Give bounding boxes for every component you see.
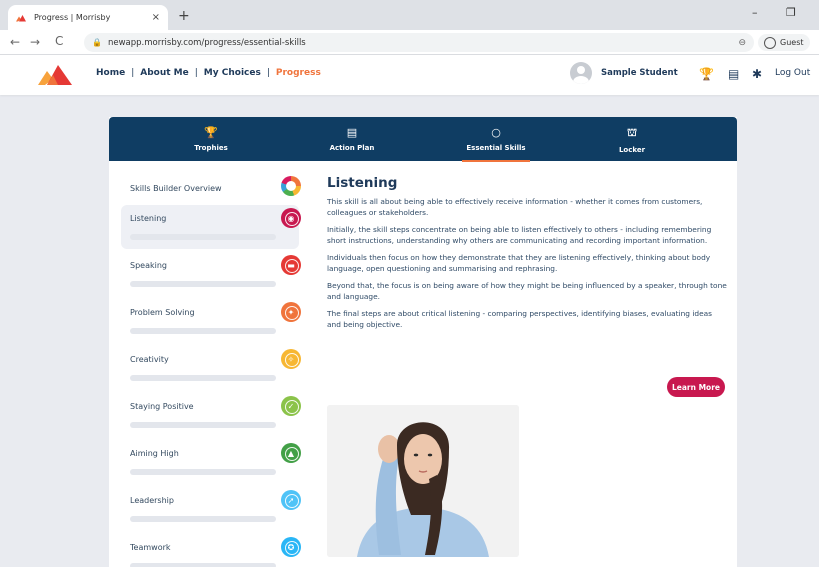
tab-locker[interactable]: ⛫ Locker — [592, 126, 672, 154]
staying-positive-icon: ✓ — [281, 396, 301, 416]
document-icon[interactable]: ▤ — [728, 67, 739, 81]
tab-action-plan[interactable]: ▤ Action Plan — [312, 126, 392, 152]
article-paragraph: Individuals then focus on how they demon… — [327, 253, 711, 273]
nav-separator: | — [131, 68, 135, 78]
woman-listening-illustration — [327, 405, 519, 557]
article-title: Listening — [327, 175, 398, 191]
nav-about-me[interactable]: About Me — [140, 68, 189, 78]
address-bar[interactable]: 🔒 newapp.morrisby.com/progress/essential… — [84, 33, 754, 52]
profile-avatar-icon — [764, 36, 776, 49]
skill-article: Listening This skill is all about being … — [327, 175, 727, 337]
back-button[interactable]: ← — [10, 35, 20, 49]
skills-wheel-icon — [281, 176, 301, 196]
profile-button[interactable]: Guest — [758, 34, 810, 51]
aiming-high-icon: ▲ — [281, 443, 301, 463]
settings-gear-icon[interactable]: ✱ — [752, 67, 762, 81]
locker-icon: ⛫ — [626, 126, 638, 139]
clipboard-icon: ▤ — [346, 126, 358, 139]
tab-label: Essential Skills — [466, 144, 526, 152]
skill-label: Listening — [130, 214, 167, 223]
skill-progress-bar — [130, 328, 276, 334]
site-header: Home | About Me | My Choices | Progress … — [0, 55, 819, 95]
learn-more-button[interactable]: Learn More — [667, 377, 725, 397]
nav-home[interactable]: Home — [96, 68, 125, 78]
browser-tabbar: Progress | Morrisby × + – ❐ — [0, 0, 819, 30]
user-menu[interactable]: Sample Student — [570, 62, 678, 84]
listening-photo — [327, 405, 519, 557]
article-paragraph: The final steps are about critical liste… — [327, 309, 713, 329]
tab-label: Action Plan — [329, 144, 375, 152]
leadership-icon: ➚ — [281, 490, 301, 510]
trophy-icon[interactable]: 🏆 — [699, 67, 714, 81]
skill-item-staying-positive[interactable]: Staying Positive ✓ — [121, 393, 301, 437]
skill-progress-bar — [130, 563, 276, 567]
active-tab-underline — [462, 160, 530, 162]
nav-separator: | — [194, 68, 198, 78]
lock-icon: 🔒 — [92, 38, 102, 47]
reload-button[interactable]: C — [55, 34, 63, 48]
article-paragraph: Initially, the skill steps concentrate o… — [327, 225, 712, 245]
skill-item-speaking[interactable]: Speaking ▬ — [121, 252, 301, 296]
new-tab-button[interactable]: + — [178, 8, 190, 24]
teamwork-icon: ✪ — [281, 537, 301, 557]
forward-button[interactable]: → — [30, 35, 40, 49]
user-name: Sample Student — [601, 68, 678, 78]
nav-separator: | — [266, 68, 270, 78]
listening-icon: ◉ — [281, 208, 301, 228]
circle-icon: ○ — [491, 126, 501, 139]
skill-progress-bar — [130, 516, 276, 522]
morrisby-favicon-icon — [16, 14, 26, 21]
skill-label: Creativity — [130, 355, 169, 364]
tab-title: Progress | Morrisby — [34, 13, 111, 22]
skill-progress-bar — [130, 422, 276, 428]
skill-label: Problem Solving — [130, 308, 195, 317]
skill-label: Staying Positive — [130, 402, 194, 411]
article-paragraph: Beyond that, the focus is on being aware… — [327, 281, 727, 301]
morrisby-logo[interactable] — [38, 63, 74, 85]
tab-essential-skills[interactable]: ○ Essential Skills — [456, 126, 536, 162]
browser-toolbar: ← → C 🔒 newapp.morrisby.com/progress/ess… — [0, 30, 819, 55]
browser-tab[interactable]: Progress | Morrisby × — [8, 5, 168, 30]
problem-solving-icon: ✦ — [281, 302, 301, 322]
tab-close-icon[interactable]: × — [152, 12, 160, 23]
creativity-icon: ✧ — [281, 349, 301, 369]
skill-item-creativity[interactable]: Creativity ✧ — [121, 346, 301, 390]
tab-label: Locker — [618, 146, 646, 154]
skill-label: Speaking — [130, 261, 167, 270]
skill-item-teamwork[interactable]: Teamwork ✪ — [121, 534, 301, 567]
tab-trophies[interactable]: 🏆 Trophies — [171, 126, 251, 152]
trophy-icon: 🏆 — [204, 126, 218, 139]
main-nav: Home | About Me | My Choices | Progress — [96, 68, 321, 78]
minimize-icon[interactable]: – — [752, 6, 758, 19]
nav-progress[interactable]: Progress — [276, 68, 321, 78]
skill-label: Leadership — [130, 496, 174, 505]
skill-label: Skills Builder Overview — [130, 184, 222, 193]
skill-progress-bar — [130, 281, 276, 287]
logout-link[interactable]: Log Out — [775, 68, 810, 78]
skill-progress-bar — [130, 469, 276, 475]
restore-icon[interactable]: ❐ — [786, 6, 796, 19]
profile-label: Guest — [780, 38, 804, 47]
speaking-icon: ▬ — [281, 255, 301, 275]
skill-item-aiming-high[interactable]: Aiming High ▲ — [121, 440, 301, 484]
skill-label: Teamwork — [130, 543, 171, 552]
zoom-icon[interactable]: ⊖ — [738, 38, 746, 48]
user-avatar — [570, 62, 592, 84]
article-paragraph: This skill is all about being able to ef… — [327, 197, 703, 217]
skill-progress-bar — [130, 234, 276, 240]
skill-item-problem-solving[interactable]: Problem Solving ✦ — [121, 299, 301, 343]
tab-label: Trophies — [194, 144, 228, 152]
progress-subnav: 🏆 Trophies ▤ Action Plan ○ Essential Ski… — [109, 117, 737, 162]
skill-item-listening[interactable]: Listening ◉ — [121, 205, 301, 249]
url-text: newapp.morrisby.com/progress/essential-s… — [107, 37, 306, 48]
skill-progress-bar — [130, 375, 276, 381]
skill-label: Aiming High — [130, 449, 179, 458]
content-card: 🏆 Trophies ▤ Action Plan ○ Essential Ski… — [109, 117, 737, 567]
skill-item-leadership[interactable]: Leadership ➚ — [121, 487, 301, 531]
nav-my-choices[interactable]: My Choices — [204, 68, 261, 78]
